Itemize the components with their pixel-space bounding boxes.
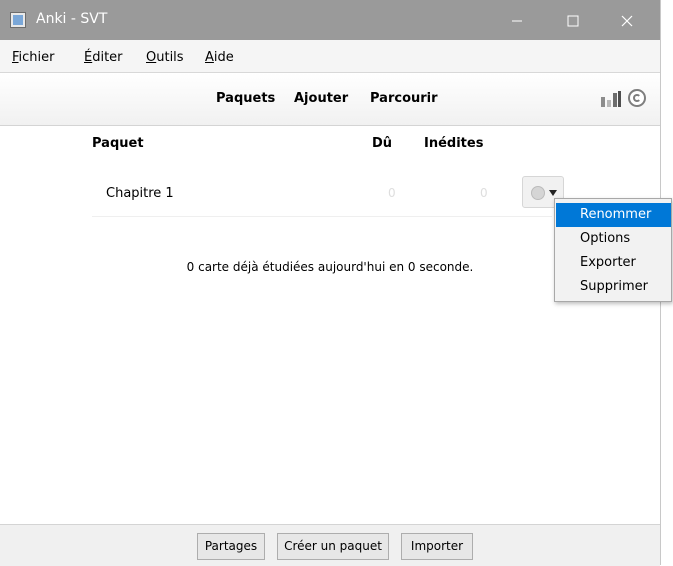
header-new: Inédites [424, 136, 484, 151]
deck-due-count: 0 [388, 186, 396, 200]
gear-icon [531, 186, 545, 200]
title-bar: Anki - SVT [0, 0, 660, 40]
menu-editer-accel: É [84, 50, 93, 65]
menu-item-options[interactable]: Options [556, 227, 671, 251]
anki-app-icon [10, 12, 26, 28]
window-title: Anki - SVT [36, 11, 108, 27]
deck-new-count: 0 [480, 186, 488, 200]
maximize-button[interactable] [550, 0, 596, 40]
maximize-icon [567, 15, 579, 26]
minimize-button[interactable] [494, 0, 540, 40]
menu-fichier-label: ichier [18, 50, 55, 65]
menu-bar: Fichier Éditer Outils Aide [0, 40, 660, 73]
chevron-down-icon [549, 190, 557, 196]
row-divider [92, 216, 552, 217]
menu-item-supprimer[interactable]: Supprimer [556, 275, 671, 299]
import-button[interactable]: Importer [401, 533, 473, 560]
sync-icon[interactable] [628, 89, 646, 107]
deck-row[interactable]: Chapitre 1 0 0 [92, 176, 564, 216]
menu-aide-label: ide [213, 50, 234, 65]
deck-browser: Paquet Dû Inédites Chapitre 1 0 0 0 cart… [0, 126, 660, 526]
menu-item-exporter[interactable]: Exporter [556, 251, 671, 275]
toolbar-link-parcourir[interactable]: Parcourir [370, 91, 438, 106]
close-icon [621, 15, 633, 26]
menu-fichier[interactable]: Fichier [12, 50, 55, 65]
toolbar-link-paquets[interactable]: Paquets [216, 91, 275, 106]
create-deck-button[interactable]: Créer un paquet [277, 533, 389, 560]
stats-icon[interactable] [600, 91, 622, 107]
menu-outils-accel: O [146, 50, 157, 65]
header-deck: Paquet [92, 136, 144, 151]
close-button[interactable] [604, 0, 650, 40]
menu-aide-accel: A [205, 50, 214, 65]
shared-decks-button[interactable]: Partages [197, 533, 265, 560]
menu-editer[interactable]: Éditer [84, 50, 123, 65]
top-toolbar: Paquets Ajouter Parcourir [0, 73, 660, 126]
menu-outils-label: utils [156, 50, 184, 65]
menu-outils[interactable]: Outils [146, 50, 184, 65]
deck-context-menu: Renommer Options Exporter Supprimer [554, 198, 672, 302]
header-due: Dû [372, 136, 393, 151]
menu-aide[interactable]: Aide [205, 50, 234, 65]
bottom-bar: Partages Créer un paquet Importer [0, 524, 660, 566]
toolbar-link-ajouter[interactable]: Ajouter [294, 91, 348, 106]
minimize-icon [512, 20, 522, 21]
deck-name[interactable]: Chapitre 1 [106, 186, 174, 201]
menu-editer-label: diter [92, 50, 123, 65]
menu-item-renommer[interactable]: Renommer [556, 203, 671, 227]
